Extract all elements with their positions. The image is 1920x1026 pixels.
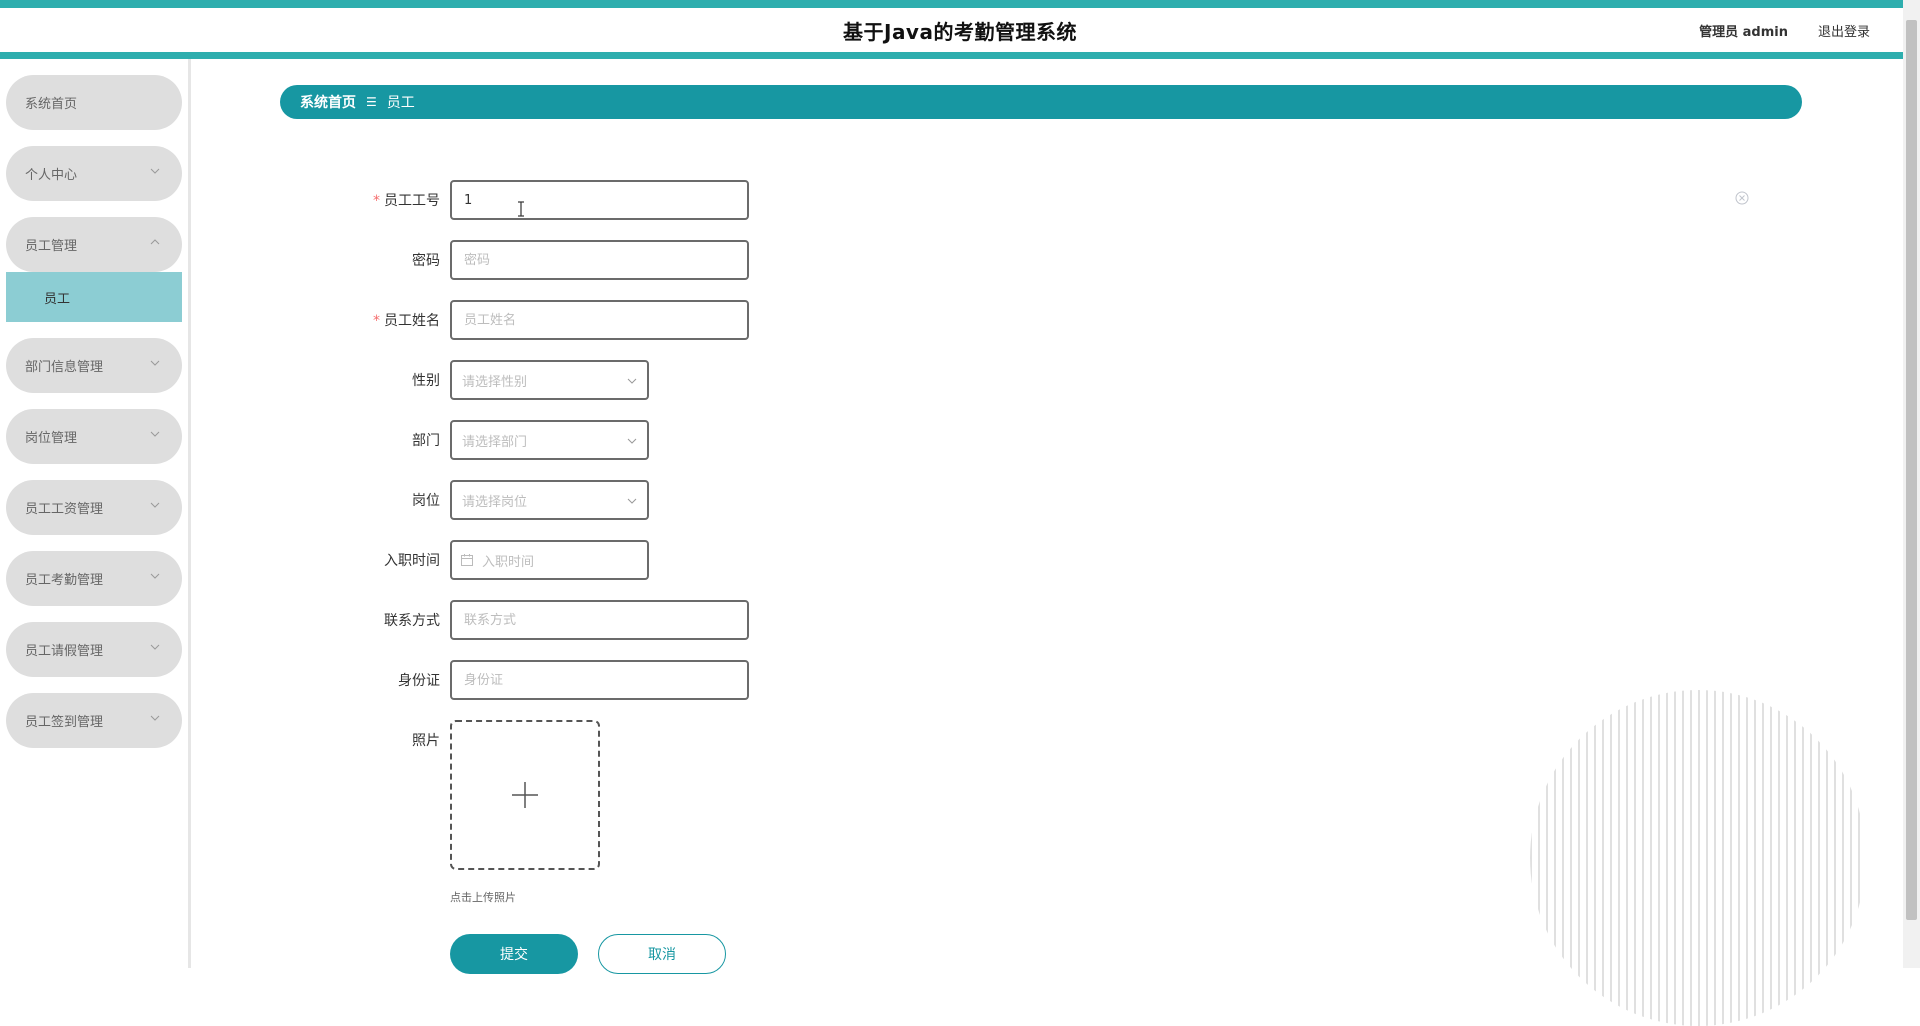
form-row-id-card: 身份证 — [279, 660, 749, 700]
admin-label: 管理员 admin — [1699, 24, 1788, 40]
required-mark: * — [373, 313, 380, 329]
sidebar: 系统首页 个人中心 员工管理 员工 部门信息管理 岗位管理 员工工资管理 员工考… — [0, 59, 191, 968]
hire-date-label: 入职时间 — [384, 553, 440, 569]
sidebar-item-label: 员工考勤管理 — [25, 573, 104, 588]
form-row-contact: 联系方式 — [279, 600, 749, 640]
required-mark: * — [373, 193, 380, 209]
position-select[interactable]: 请选择岗位 — [450, 480, 649, 520]
breadcrumb-home[interactable]: 系统首页 — [300, 92, 356, 112]
sidebar-item-home[interactable]: 系统首页 — [6, 75, 182, 130]
sidebar-item-leave-management[interactable]: 员工请假管理 — [6, 622, 182, 677]
sidebar-item-attendance-management[interactable]: 员工考勤管理 — [6, 551, 182, 606]
sidebar-item-signin-management[interactable]: 员工签到管理 — [6, 693, 182, 748]
breadcrumb: 系统首页 ☰ 员工 — [280, 85, 1802, 119]
form-row-gender: 性别 请选择性别 — [279, 360, 649, 400]
sidebar-item-label: 系统首页 — [25, 97, 78, 112]
sidebar-item-label: 员工请假管理 — [25, 644, 104, 659]
form-row-password: 密码 — [279, 240, 749, 280]
chevron-down-icon — [150, 573, 160, 579]
hire-date-picker[interactable]: 入职时间 — [450, 540, 649, 580]
gender-label: 性别 — [412, 373, 440, 389]
form-row-employee-no: * 员工工号 — [279, 180, 749, 220]
header-bottom-stripe — [0, 52, 1920, 59]
sidebar-item-label: 员工工资管理 — [25, 502, 104, 517]
app-header: 基于Java的考勤管理系统 — [0, 8, 1920, 52]
cancel-button[interactable]: 取消 — [598, 934, 726, 974]
department-select[interactable]: 请选择部门 — [450, 420, 649, 460]
contact-input[interactable] — [450, 600, 749, 640]
submit-button[interactable]: 提交 — [450, 934, 578, 974]
header-user-area: 管理员 admin 退出登录 — [1699, 8, 1870, 52]
chevron-down-icon — [150, 715, 160, 721]
decorative-striped-circle — [1530, 690, 1866, 1026]
page-scrollbar[interactable] — [1903, 0, 1920, 968]
sidebar-item-label: 员工签到管理 — [25, 715, 104, 730]
chevron-down-icon — [150, 502, 160, 508]
chevron-down-icon — [150, 644, 160, 650]
sidebar-item-label: 部门信息管理 — [25, 360, 104, 375]
sidebar-item-employee-management[interactable]: 员工管理 — [6, 217, 182, 272]
form-row-department: 部门 请选择部门 — [279, 420, 649, 460]
employee-no-input[interactable] — [450, 180, 749, 220]
photo-upload-box[interactable] — [450, 720, 600, 870]
plus-icon — [512, 782, 538, 808]
breadcrumb-current: 员工 — [386, 95, 415, 111]
sidebar-item-label: 岗位管理 — [25, 431, 78, 446]
breadcrumb-separator-icon: ☰ — [366, 95, 377, 109]
sidebar-item-salary-management[interactable]: 员工工资管理 — [6, 480, 182, 535]
chevron-down-icon — [150, 168, 160, 174]
sidebar-item-label: 员工管理 — [25, 239, 78, 254]
form-row-position: 岗位 请选择岗位 — [279, 480, 649, 520]
app-title: 基于Java的考勤管理系统 — [843, 19, 1077, 44]
chevron-down-icon — [150, 360, 160, 366]
form-row-photo: 照片 — [279, 720, 600, 870]
chevron-down-icon — [150, 431, 160, 437]
calendar-icon — [461, 554, 473, 566]
chevron-down-icon — [627, 378, 637, 384]
chevron-up-icon — [150, 239, 160, 245]
position-select-placeholder: 请选择岗位 — [462, 494, 528, 510]
photo-label: 照片 — [412, 733, 440, 749]
sidebar-subitem-label: 员工 — [44, 291, 71, 307]
department-select-placeholder: 请选择部门 — [462, 434, 528, 450]
gender-select[interactable]: 请选择性别 — [450, 360, 649, 400]
header-top-stripe — [0, 0, 1920, 8]
scrollbar-thumb[interactable] — [1906, 20, 1917, 920]
chevron-down-icon — [627, 498, 637, 504]
employee-no-label: * 员工工号 — [373, 193, 440, 209]
chevron-down-icon — [627, 438, 637, 444]
text-cursor-icon — [518, 201, 524, 217]
sidebar-item-position-management[interactable]: 岗位管理 — [6, 409, 182, 464]
sidebar-item-personal-center[interactable]: 个人中心 — [6, 146, 182, 201]
password-input[interactable] — [450, 240, 749, 280]
form-row-employee-name: * 员工姓名 — [279, 300, 749, 340]
sidebar-subitem-employee[interactable]: 员工 — [6, 272, 182, 322]
password-label: 密码 — [412, 253, 440, 269]
employee-name-label: * 员工姓名 — [373, 313, 440, 329]
gender-select-placeholder: 请选择性别 — [462, 374, 528, 390]
department-label: 部门 — [412, 433, 440, 449]
position-label: 岗位 — [412, 493, 440, 509]
sidebar-item-label: 个人中心 — [25, 168, 78, 183]
hire-date-placeholder: 入职时间 — [482, 554, 535, 570]
employee-name-input[interactable] — [450, 300, 749, 340]
id-card-input[interactable] — [450, 660, 749, 700]
photo-upload-hint: 点击上传照片 — [450, 891, 516, 904]
sidebar-item-department-info[interactable]: 部门信息管理 — [6, 338, 182, 393]
logout-link[interactable]: 退出登录 — [1818, 21, 1870, 40]
form-row-hire-date: 入职时间 入职时间 — [279, 540, 649, 580]
contact-label: 联系方式 — [384, 613, 440, 629]
id-card-label: 身份证 — [398, 673, 440, 689]
close-circle-icon[interactable] — [1735, 191, 1749, 205]
